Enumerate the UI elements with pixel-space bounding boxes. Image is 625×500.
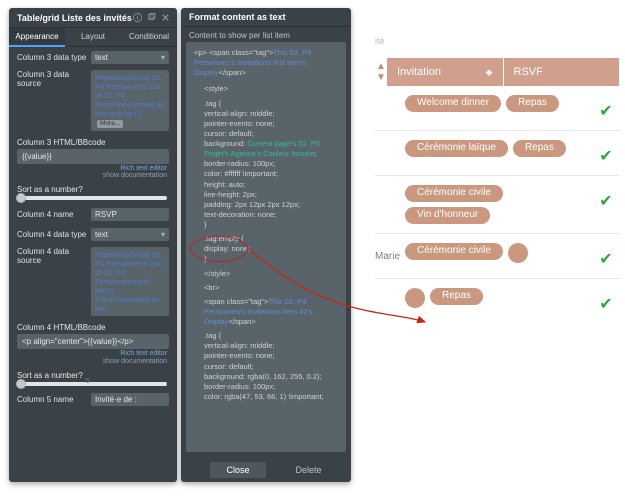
svg-text:i: i xyxy=(137,16,139,22)
col4-type-select[interactable]: text▾ xyxy=(91,228,169,241)
tag: Repas xyxy=(513,140,566,157)
row-lead: Marie xyxy=(375,243,405,262)
table-row: Cérémonie laïque Repas ✔ xyxy=(375,131,619,176)
tab-layout[interactable]: Layout xyxy=(65,28,121,47)
check-icon: ✔ xyxy=(593,288,619,314)
info-icon[interactable]: i xyxy=(132,12,143,23)
delete-button[interactable]: Delete xyxy=(296,462,322,478)
content-subhead: Content to show per list item xyxy=(181,27,351,42)
slider-thumb[interactable] xyxy=(16,193,26,203)
panel-title: Table/grid Liste des invités xyxy=(17,13,132,23)
panel-header: Format content as text xyxy=(181,8,351,27)
tab-conditional[interactable]: Conditional xyxy=(121,28,177,47)
col3-html-value[interactable]: {{value}} xyxy=(17,149,169,164)
col3-src-expression[interactable]: RepeatingGroup 02. P4 Personnes's List o… xyxy=(91,70,169,131)
tag: Cérémonie civile xyxy=(405,185,503,202)
rich-text-link-2[interactable]: Rich text editor xyxy=(9,350,167,358)
panel-title: Format content as text xyxy=(189,12,286,22)
col5-name-label: Column 5 name xyxy=(17,395,87,404)
table-grid-panel: Table/grid Liste des invités i Appearanc… xyxy=(9,8,177,482)
show-doc-link-2[interactable]: show documentation xyxy=(9,358,167,366)
check-icon: ✔ xyxy=(593,95,619,121)
tag: Cérémonie laïque xyxy=(405,140,508,157)
empty-tag xyxy=(405,288,425,308)
corner-text: ité xyxy=(375,36,385,46)
sort-caret-icon: ◆ xyxy=(486,67,493,78)
sort-caret-icon[interactable]: ▲▼ xyxy=(375,61,387,83)
sort-slider-2[interactable]: 5 xyxy=(19,382,167,386)
tag: Cérémonie civile xyxy=(405,243,503,260)
more-pill[interactable]: More... xyxy=(97,120,123,128)
chevron-down-icon: ▾ xyxy=(161,53,165,62)
col4-html-value[interactable]: <p align="center">{{value}}</p> xyxy=(17,334,169,349)
col3-type-label: Column 3 data type xyxy=(17,53,87,62)
col5-name-input[interactable]: Invité·e de : xyxy=(91,393,169,406)
col4-name-label: Column 4 name xyxy=(17,210,87,219)
table-row: Marie Cérémonie civile ✔ xyxy=(375,234,619,279)
chevron-down-icon: ▾ xyxy=(161,230,165,239)
col4-src-expression[interactable]: RepeatingGroup 02. P4 Personnes's List o… xyxy=(91,247,169,316)
tag: Vin d'honneur xyxy=(405,207,490,224)
empty-tag xyxy=(508,243,528,263)
col3-src-label: Column 3 data source xyxy=(17,70,87,88)
table-row: Repas ✔ xyxy=(375,279,619,323)
sort-slider[interactable] xyxy=(19,196,167,200)
check-icon: ✔ xyxy=(593,243,619,269)
copy-icon[interactable] xyxy=(146,12,157,23)
tag: Welcome dinner xyxy=(405,95,501,112)
panel-header: Table/grid Liste des invités i xyxy=(9,8,177,28)
tag: Repas xyxy=(506,95,559,112)
rich-text-link[interactable]: Rich text editor xyxy=(9,165,167,173)
preview-header: ▲▼ Invitation◆ RSVF xyxy=(375,58,619,86)
preview-table: ité ▲▼ Invitation◆ RSVF Welcome dinner R… xyxy=(375,28,619,458)
tab-appearance[interactable]: Appearance xyxy=(9,28,65,47)
check-icon: ✔ xyxy=(593,185,619,211)
col3-html-label: Column 3 HTML/BBcode xyxy=(9,134,177,147)
table-row: Cérémonie civile Vin d'honneur ✔ xyxy=(375,176,619,234)
col3-type-select[interactable]: text▾ xyxy=(91,51,169,64)
check-icon: ✔ xyxy=(593,140,619,166)
col4-type-label: Column 4 data type xyxy=(17,230,87,239)
tabs: Appearance Layout Conditional xyxy=(9,28,177,47)
show-doc-link[interactable]: show documentation xyxy=(9,172,167,180)
tag: Repas xyxy=(430,288,483,305)
annotation-circle xyxy=(190,236,248,262)
col-invitation[interactable]: Invitation◆ xyxy=(387,58,503,86)
col-rsvp[interactable]: RSVF xyxy=(503,58,620,86)
col4-name-input[interactable]: RSVP xyxy=(91,208,169,221)
col4-html-label: Column 4 HTML/BBcode xyxy=(9,319,177,332)
table-row: Welcome dinner Repas ✔ xyxy=(375,86,619,131)
close-icon[interactable] xyxy=(160,12,171,23)
slider-thumb[interactable] xyxy=(16,379,26,389)
sort-number-label-2: Sort as a number? xyxy=(9,369,177,380)
col4-src-label: Column 4 data source xyxy=(17,247,87,265)
sort-number-label: Sort as a number? xyxy=(9,183,177,194)
close-button[interactable]: Close xyxy=(210,462,265,478)
